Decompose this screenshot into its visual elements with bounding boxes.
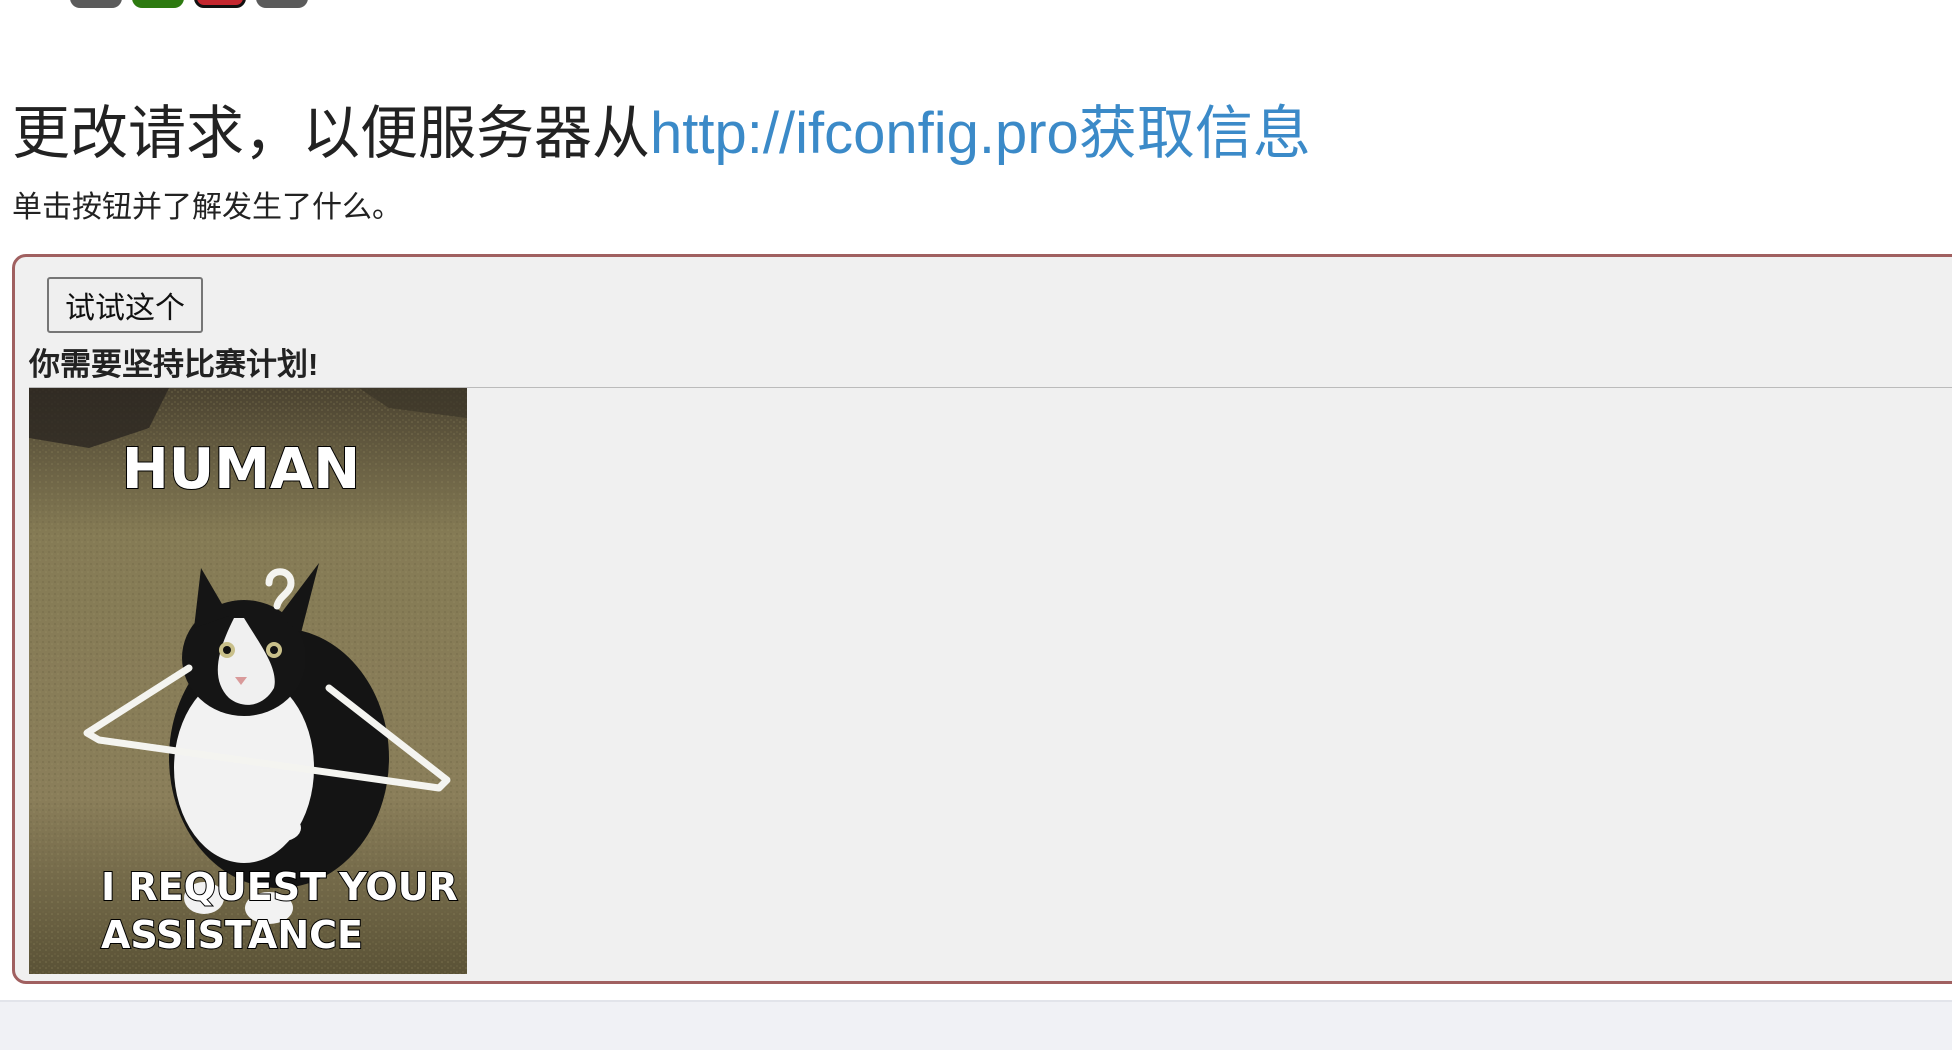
toolbar-icon-grey[interactable] [70,0,122,8]
meme-top-caption: HUMAN [122,437,360,502]
page: 更改请求，以便服务器从http://ifconfig.pro获取信息 单击按钮并… [0,0,1952,1050]
toolbar-icon-grey-2[interactable] [256,0,308,8]
toolbar-icons [70,0,308,8]
meme-bottom-caption-line2: ASSISTANCE [101,913,363,957]
result-text: 你需要坚持比赛计划! [29,347,319,382]
instruction-text: 单击按钮并了解发生了什么。 [12,191,402,224]
cat-meme-image: HUMAN I REQUEST YOUR ASSISTANCE [29,388,467,974]
footer-bar [0,1000,1952,1050]
demo-frame: 试试这个 你需要坚持比赛计划! HUMAN I REQUEST YOUR ASS… [12,254,1952,984]
page-title: 更改请求，以便服务器从http://ifconfig.pro获取信息 [12,98,1311,170]
meme-bottom-caption-line1: I REQUEST YOUR [101,865,458,909]
toolbar-icon-green[interactable] [132,0,184,8]
ifconfig-link[interactable]: http://ifconfig.pro获取信息 [650,101,1311,166]
cat-meme-svg: HUMAN I REQUEST YOUR ASSISTANCE [29,388,467,974]
toolbar-icon-red[interactable] [194,0,246,8]
page-title-text: 更改请求，以便服务器从 [12,101,651,166]
try-it-button[interactable]: 试试这个 [47,277,203,333]
